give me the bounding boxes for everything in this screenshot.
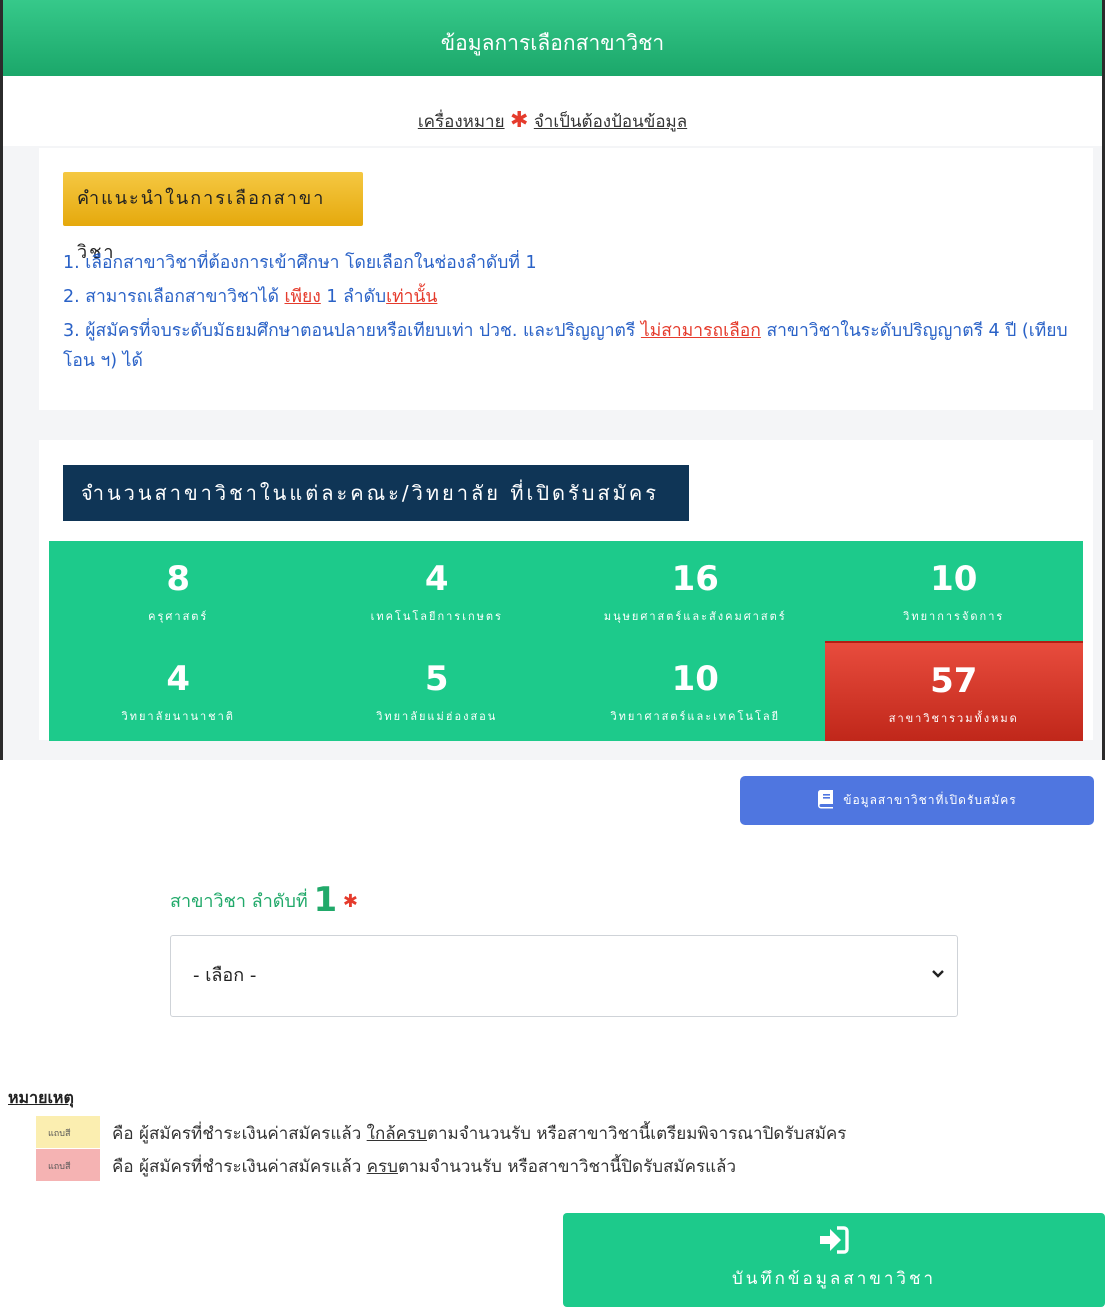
page-header: ข้อมูลการเลือกสาขาวิชา	[3, 0, 1102, 76]
instruction-text: 2. สามารถเลือกสาขาวิชาได้	[63, 287, 285, 307]
stat-value: 10	[930, 559, 978, 599]
required-legend: เครื่องหมาย ✱ จำเป็นต้องป้อนข้อมูล	[3, 76, 1102, 146]
stat-value: 16	[671, 559, 719, 599]
top-panel: ข้อมูลการเลือกสาขาวิชา เครื่องหมาย ✱ จำเ…	[0, 0, 1105, 760]
stat-value: 57	[930, 661, 978, 701]
stat-tile-total: 57 สาขาวิชารวมทั้งหมด	[824, 641, 1083, 741]
branch-info-button[interactable]: ข้อมูลสาขาวิชาที่เปิดรับสมัคร	[740, 776, 1094, 825]
branch-info-label: ข้อมูลสาขาวิชาที่เปิดรับสมัคร	[843, 793, 1017, 807]
legend-suffix: จำเป็นต้องป้อนข้อมูล	[533, 112, 688, 132]
branch-select-label-text: สาขาวิชา ลำดับที่	[170, 891, 308, 912]
stat-value: 5	[424, 659, 449, 699]
stat-tile: 5 วิทยาลัยแม่ฮ่องสอน	[307, 641, 566, 741]
stats-grid: 8 ครุศาสตร์ 4 เทคโนโลยีการเกษตร 16 มนุษยศาส…	[49, 541, 1083, 741]
branch-select-value: - เลือก -	[193, 965, 257, 986]
stat-tile: 8 ครุศาสตร์	[49, 541, 308, 641]
stat-tile: 10 วิทยาศาสตร์และเทคโนโลยี	[566, 641, 825, 741]
emphasis-cannot-choose: ไม่สามารถเลือก	[640, 321, 761, 341]
instruction-line-3: 3. ผู้สมัครที่จบระดับมัธยมศึกษาตอนปลายหร…	[63, 316, 1073, 376]
branch-select-label: สาขาวิชา ลำดับที่ 1 ✱	[170, 880, 358, 920]
stat-tile: 4 เทคโนโลยีการเกษตร	[307, 541, 566, 641]
remark-text-part: ตามจำนวนรับ หรือสาขาวิชานี้ปิดรับสมัครแล…	[397, 1157, 737, 1177]
stat-tile: 4 วิทยาลัยนานาชาติ	[49, 641, 308, 741]
remark-emphasis: ใกล้ครบ	[366, 1124, 427, 1144]
branch-select[interactable]: - เลือก -	[170, 935, 958, 1017]
page-title: ข้อมูลการเลือกสาขาวิชา	[440, 31, 665, 55]
branch-order-number: 1	[313, 880, 338, 920]
instructions-title: คำแนะนำในการเลือกสาขาวิชา	[63, 172, 363, 263]
remarks-title: หมายเหตุ	[8, 1088, 74, 1107]
stat-label: ครุศาสตร์	[148, 610, 209, 623]
chevron-down-icon	[932, 970, 944, 978]
stat-value: 4	[166, 659, 191, 699]
color-swatch-yellow: แถบสี	[36, 1116, 100, 1148]
instruction-text: 3. ผู้สมัครที่จบระดับมัธยมศึกษาตอนปลายหร…	[63, 321, 641, 341]
save-branch-button[interactable]: บันทึกข้อมูลสาขาวิชา	[563, 1213, 1105, 1307]
remark-text: คือ ผู้สมัครที่ชำระเงินค่าสมัครแล้ว ใกล้…	[112, 1120, 846, 1147]
instruction-text: 1 ลำดับ	[320, 287, 387, 307]
stat-tile: 10 วิทยาการจัดการ	[824, 541, 1083, 641]
stat-label: วิทยาการจัดการ	[903, 610, 1005, 623]
color-swatch-red: แถบสี	[36, 1149, 100, 1181]
stat-tile: 16 มนุษยศาสตร์และสังคมศาสตร์	[566, 541, 825, 641]
stat-value: 8	[166, 559, 191, 599]
stat-label: สาขาวิชารวมทั้งหมด	[888, 712, 1019, 725]
required-star-icon: ✱	[342, 891, 359, 912]
remark-text-part: คือ ผู้สมัครที่ชำระเงินค่าสมัครแล้ว	[112, 1157, 367, 1177]
faculty-count-card: จำนวนสาขาวิชาในแต่ละคณะ/วิทยาลัย ที่เปิด…	[39, 440, 1093, 741]
remark-text-part: ตามจำนวนรับ หรือสาขาวิชานี้เตรียมพิจารณา…	[426, 1124, 847, 1144]
instructions-card: คำแนะนำในการเลือกสาขาวิชา 1. เลือกสาขาวิ…	[39, 148, 1093, 410]
instruction-line-2: 2. สามารถเลือกสาขาวิชาได้ เพียง 1 ลำดับเ…	[63, 282, 1073, 312]
stat-value: 10	[671, 659, 719, 699]
faculty-count-title: จำนวนสาขาวิชาในแต่ละคณะ/วิทยาลัย ที่เปิด…	[63, 465, 689, 521]
emphasis-only: เพียง	[284, 287, 321, 307]
sign-in-icon	[820, 1226, 849, 1254]
stat-label: เทคโนโลยีการเกษตร	[370, 610, 503, 623]
save-button-label: บันทึกข้อมูลสาขาวิชา	[731, 1269, 937, 1289]
stat-label: มนุษยศาสตร์และสังคมศาสตร์	[603, 610, 787, 623]
instruction-line-1: 1. เลือกสาขาวิชาที่ต้องการเข้าศึกษา โดยเ…	[63, 253, 537, 273]
stat-value: 4	[424, 559, 449, 599]
book-icon	[818, 789, 834, 808]
stat-label: วิทยาลัยแม่ฮ่องสอน	[376, 710, 498, 723]
stat-label: วิทยาลัยนานาชาติ	[121, 710, 235, 723]
emphasis-only-end: เท่านั้น	[386, 287, 438, 307]
legend-prefix: เครื่องหมาย	[417, 112, 505, 132]
remark-text: คือ ผู้สมัครที่ชำระเงินค่าสมัครแล้ว ครบต…	[112, 1153, 736, 1180]
remark-emphasis: ครบ	[366, 1157, 398, 1177]
stat-label: วิทยาศาสตร์และเทคโนโลยี	[610, 710, 781, 723]
remark-text-part: คือ ผู้สมัครที่ชำระเงินค่าสมัครแล้ว	[112, 1124, 367, 1144]
